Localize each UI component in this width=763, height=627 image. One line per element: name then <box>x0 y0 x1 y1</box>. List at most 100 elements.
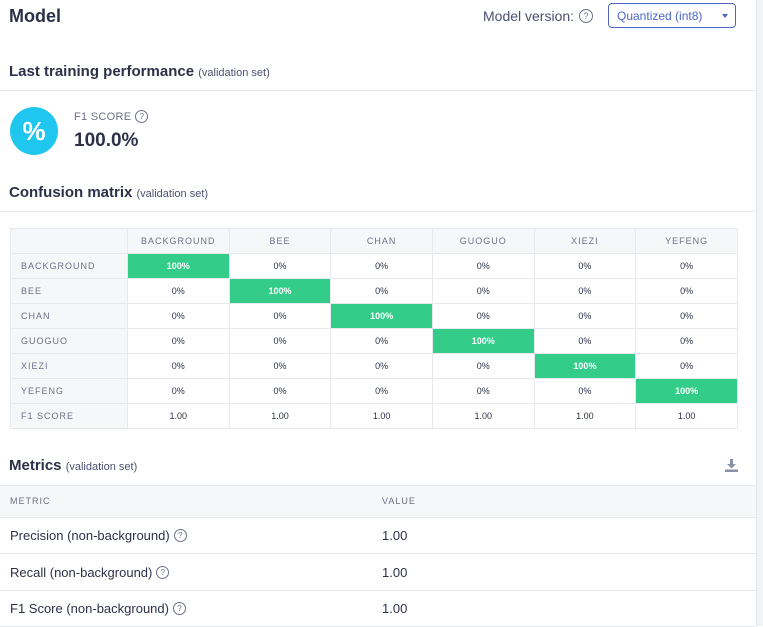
row-header: BEE <box>10 278 128 304</box>
column-header: CHAN <box>330 228 433 254</box>
column-header: BACKGROUND <box>126 228 230 254</box>
matrix-cell: 0% <box>533 378 637 404</box>
help-icon[interactable]: ? <box>579 9 594 23</box>
f1-cell: 1.00 <box>533 403 637 429</box>
matrix-cell: 100% <box>533 353 637 379</box>
row-header: GUOGUO <box>10 328 128 354</box>
table-row: BACKGROUND 100% 0% 0% 0% 0% 0% <box>10 253 738 279</box>
f1-cell: 1.00 <box>126 403 230 429</box>
confusion-matrix-table: BACKGROUND BEE CHAN GUOGUO XIEZI YEFENG … <box>10 228 738 429</box>
matrix-cell: 100% <box>431 328 535 354</box>
metrics-section-title: Metrics (validation set) <box>9 457 137 474</box>
matrix-cell: 100% <box>635 378 738 404</box>
divider <box>0 211 756 212</box>
metric-name: F1 Score (non-background) ? <box>10 601 186 616</box>
percent-icon: % <box>10 107 58 155</box>
help-icon[interactable]: ? <box>135 110 149 123</box>
matrix-cell: 0% <box>330 378 433 404</box>
matrix-cell: 0% <box>126 303 230 329</box>
matrix-cell: 0% <box>635 303 738 329</box>
column-header: XIEZI <box>533 228 637 254</box>
column-header-metric: METRIC <box>10 496 51 506</box>
matrix-cell: 0% <box>126 378 230 404</box>
table-row: GUOGUO 0% 0% 0% 100% 0% 0% <box>10 328 738 354</box>
matrix-cell: 0% <box>635 253 738 279</box>
metric-name-text: Recall (non-background) <box>10 565 153 580</box>
metric-value: 1.00 <box>382 601 408 616</box>
table-row: Recall (non-background) ? 1.00 <box>0 554 756 591</box>
row-header: BACKGROUND <box>10 253 128 279</box>
f1-cell: 1.00 <box>228 403 332 429</box>
metrics-table-header: METRIC VALUE <box>0 485 756 518</box>
matrix-cell: 0% <box>635 328 738 354</box>
divider <box>0 90 756 91</box>
performance-section-title: Last training performance (validation se… <box>9 63 270 80</box>
metrics-subtitle: (validation set) <box>65 461 138 473</box>
page-title: Model <box>9 6 61 26</box>
table-row: XIEZI 0% 0% 0% 0% 100% 0% <box>10 353 738 379</box>
column-header: YEFENG <box>635 228 738 254</box>
matrix-cell: 0% <box>330 328 433 354</box>
metric-value: 1.00 <box>382 565 408 580</box>
matrix-cell: 0% <box>635 353 738 379</box>
row-header: YEFENG <box>10 378 128 404</box>
model-version-dropdown[interactable]: Quantized (int8) <box>608 3 736 28</box>
matrix-cell: 0% <box>533 278 637 304</box>
matrix-cell: 0% <box>431 278 535 304</box>
confusion-title: Confusion matrix <box>9 184 133 201</box>
model-version-value: Quantized (int8) <box>617 8 703 23</box>
matrix-cell: 100% <box>228 278 332 304</box>
f1-cell: 1.00 <box>635 403 738 429</box>
metrics-title: Metrics <box>9 457 62 474</box>
column-header: BEE <box>228 228 332 254</box>
f1-cell: 1.00 <box>431 403 535 429</box>
matrix-cell: 0% <box>330 253 433 279</box>
download-icon[interactable] <box>724 458 739 473</box>
scrollbar-track[interactable] <box>756 0 763 626</box>
performance-title: Last training performance <box>9 63 195 80</box>
matrix-cell: 0% <box>431 253 535 279</box>
metric-name: Precision (non-background) ? <box>10 528 187 543</box>
corner-cell <box>10 228 128 254</box>
matrix-cell: 0% <box>126 278 230 304</box>
confusion-section-title: Confusion matrix (validation set) <box>9 184 208 201</box>
f1-score-label: F1 SCORE ? <box>74 110 149 123</box>
confusion-subtitle: (validation set) <box>136 188 209 200</box>
help-icon[interactable]: ? <box>173 529 187 542</box>
table-row-f1: F1 SCORE 1.00 1.00 1.00 1.00 1.00 1.00 <box>10 403 738 429</box>
column-header-value: VALUE <box>382 496 416 506</box>
metric-value: 1.00 <box>382 528 408 543</box>
table-row: Precision (non-background) ? 1.00 <box>0 517 756 554</box>
matrix-cell: 0% <box>126 328 230 354</box>
matrix-cell: 0% <box>431 378 535 404</box>
matrix-cell: 0% <box>533 328 637 354</box>
matrix-cell: 100% <box>330 303 433 329</box>
row-header: CHAN <box>10 303 128 329</box>
matrix-cell: 0% <box>330 278 433 304</box>
matrix-cell: 0% <box>431 353 535 379</box>
matrix-cell: 0% <box>431 303 535 329</box>
matrix-cell: 0% <box>228 303 332 329</box>
metric-name: Recall (non-background) ? <box>10 565 170 580</box>
model-version-label: Model version: ? <box>483 8 594 24</box>
matrix-cell: 0% <box>228 378 332 404</box>
chevron-down-icon <box>722 14 728 18</box>
matrix-cell: 0% <box>330 353 433 379</box>
matrix-cell: 0% <box>228 328 332 354</box>
metric-name-text: F1 Score (non-background) <box>10 601 169 616</box>
f1-label-text: F1 SCORE <box>74 110 132 123</box>
row-header: F1 SCORE <box>10 403 128 429</box>
matrix-cell: 0% <box>533 303 637 329</box>
f1-cell: 1.00 <box>330 403 433 429</box>
help-icon[interactable]: ? <box>156 566 170 579</box>
column-header: GUOGUO <box>431 228 535 254</box>
table-row: CHAN 0% 0% 100% 0% 0% 0% <box>10 303 738 329</box>
performance-subtitle: (validation set) <box>198 67 270 79</box>
matrix-cell: 0% <box>228 353 332 379</box>
table-row: F1 Score (non-background) ? 1.00 <box>0 590 756 627</box>
matrix-cell: 0% <box>126 353 230 379</box>
row-header: XIEZI <box>10 353 128 379</box>
matrix-cell: 0% <box>635 278 738 304</box>
help-icon[interactable]: ? <box>172 602 186 615</box>
table-row: BEE 0% 100% 0% 0% 0% 0% <box>10 278 738 304</box>
